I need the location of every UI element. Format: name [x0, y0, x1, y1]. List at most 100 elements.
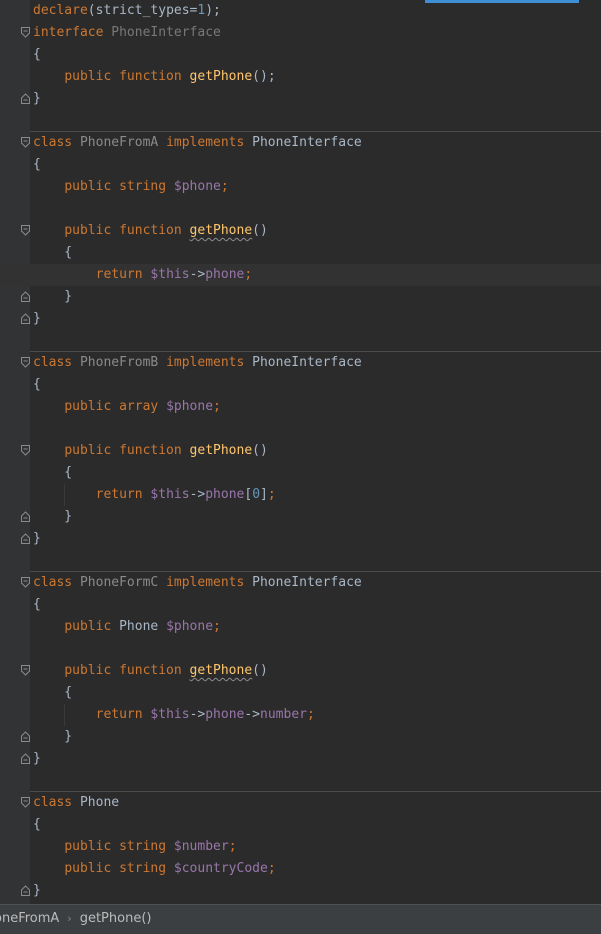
- code-line[interactable]: public string $countryCode;: [0, 858, 601, 880]
- fold-open-icon[interactable]: [21, 137, 30, 148]
- code-token: phone: [205, 487, 245, 502]
- code-token: ->: [244, 707, 261, 722]
- code-line[interactable]: {: [0, 44, 601, 66]
- code-editor[interactable]: declare(strict_types=1); interface PhoneI…: [0, 0, 601, 904]
- code-line[interactable]: class Phone: [0, 792, 601, 814]
- fold-open-icon[interactable]: [21, 665, 30, 676]
- code-token: public array: [64, 399, 167, 414]
- code-token: public string: [64, 179, 174, 194]
- fold-open-icon[interactable]: [21, 225, 30, 236]
- code-line[interactable]: }: [0, 308, 601, 330]
- method-separator: [30, 791, 601, 792]
- code-line[interactable]: [0, 550, 601, 572]
- code-line[interactable]: interface PhoneInterface: [0, 22, 601, 44]
- fold-close-icon[interactable]: [21, 533, 30, 544]
- code-line[interactable]: public array $phone;: [0, 396, 601, 418]
- code-token: PhoneInterface: [111, 25, 221, 40]
- code-line[interactable]: class PhoneFromA implements PhoneInterfa…: [0, 132, 601, 154]
- code-text: public function getPhone(): [33, 660, 268, 682]
- code-line[interactable]: public function getPhone();: [0, 66, 601, 88]
- code-token: public function: [64, 443, 190, 458]
- code-text: public string $number;: [33, 836, 236, 858]
- code-token: );: [205, 3, 221, 18]
- code-line[interactable]: [0, 330, 601, 352]
- code-line[interactable]: }: [0, 286, 601, 308]
- code-text: {: [33, 374, 41, 396]
- code-line[interactable]: {: [0, 594, 601, 616]
- fold-close-icon[interactable]: [21, 511, 30, 522]
- code-token: {: [33, 817, 41, 832]
- fold-close-icon[interactable]: [21, 313, 30, 324]
- fold-open-icon[interactable]: [21, 445, 30, 456]
- code-line[interactable]: [0, 110, 601, 132]
- code-line[interactable]: }: [0, 528, 601, 550]
- code-token: {: [33, 377, 41, 392]
- code-line[interactable]: {: [0, 682, 601, 704]
- code-token: [: [244, 487, 253, 502]
- code-line[interactable]: [0, 638, 601, 660]
- code-text: {: [33, 242, 72, 264]
- code-text: }: [33, 506, 72, 528]
- code-token: }: [33, 91, 41, 106]
- code-line[interactable]: {: [0, 242, 601, 264]
- code-text: {: [33, 462, 72, 484]
- fold-open-icon[interactable]: [21, 27, 30, 38]
- method-separator: [30, 131, 601, 132]
- breadcrumb-class[interactable]: oneFromA: [0, 905, 59, 933]
- fold-close-icon[interactable]: [21, 93, 30, 104]
- code-token: ;: [267, 861, 276, 876]
- code-line[interactable]: public function getPhone(): [0, 660, 601, 682]
- code-token: (): [252, 663, 268, 678]
- code-token: PhoneInterface: [252, 355, 362, 370]
- code-token: $this: [150, 707, 190, 722]
- code-token: class: [33, 135, 80, 150]
- code-token: getPhone: [189, 663, 253, 678]
- code-line[interactable]: return $this->phone;: [0, 264, 601, 286]
- code-text: return $this->phone;: [33, 264, 253, 286]
- code-line[interactable]: public string $phone;: [0, 176, 601, 198]
- code-line[interactable]: {: [0, 462, 601, 484]
- code-line[interactable]: public string $number;: [0, 836, 601, 858]
- code-token: }: [33, 311, 41, 326]
- fold-open-icon[interactable]: [21, 577, 30, 588]
- code-text: public Phone $phone;: [33, 616, 221, 638]
- code-line[interactable]: }: [0, 506, 601, 528]
- code-token: public function: [64, 663, 190, 678]
- code-line[interactable]: public Phone $phone;: [0, 616, 601, 638]
- code-token: return: [95, 707, 151, 722]
- fold-close-icon[interactable]: [21, 291, 30, 302]
- fold-close-icon[interactable]: [21, 753, 30, 764]
- code-line[interactable]: declare(strict_types=1);: [0, 0, 601, 22]
- fold-close-icon[interactable]: [21, 885, 30, 896]
- code-line[interactable]: {: [0, 374, 601, 396]
- code-token: $number: [173, 839, 229, 854]
- code-line[interactable]: return $this->phone[0];: [0, 484, 601, 506]
- code-line[interactable]: }: [0, 748, 601, 770]
- code-line[interactable]: public function getPhone(): [0, 220, 601, 242]
- code-token: }: [33, 729, 73, 744]
- fold-close-icon[interactable]: [21, 731, 30, 742]
- code-line[interactable]: }: [0, 88, 601, 110]
- code-line[interactable]: public function getPhone(): [0, 440, 601, 462]
- code-line[interactable]: }: [0, 726, 601, 748]
- code-line[interactable]: class PhoneFormC implements PhoneInterfa…: [0, 572, 601, 594]
- code-text: }: [33, 88, 41, 110]
- code-line[interactable]: [0, 198, 601, 220]
- code-token: number: [260, 707, 307, 722]
- fold-open-icon[interactable]: [21, 357, 30, 368]
- breadcrumb-method[interactable]: getPhone(): [80, 905, 152, 933]
- code-line[interactable]: }: [0, 880, 601, 902]
- code-line[interactable]: class PhoneFromB implements PhoneInterfa…: [0, 352, 601, 374]
- fold-open-icon[interactable]: [21, 797, 30, 808]
- code-text: }: [33, 726, 72, 748]
- code-token: ;: [267, 487, 276, 502]
- code-line[interactable]: [0, 418, 601, 440]
- code-text: {: [33, 594, 41, 616]
- code-line[interactable]: {: [0, 814, 601, 836]
- code-text: class Phone: [33, 792, 119, 814]
- code-token: ->: [189, 487, 206, 502]
- code-line[interactable]: [0, 770, 601, 792]
- code-line[interactable]: {: [0, 154, 601, 176]
- code-line[interactable]: return $this->phone->number;: [0, 704, 601, 726]
